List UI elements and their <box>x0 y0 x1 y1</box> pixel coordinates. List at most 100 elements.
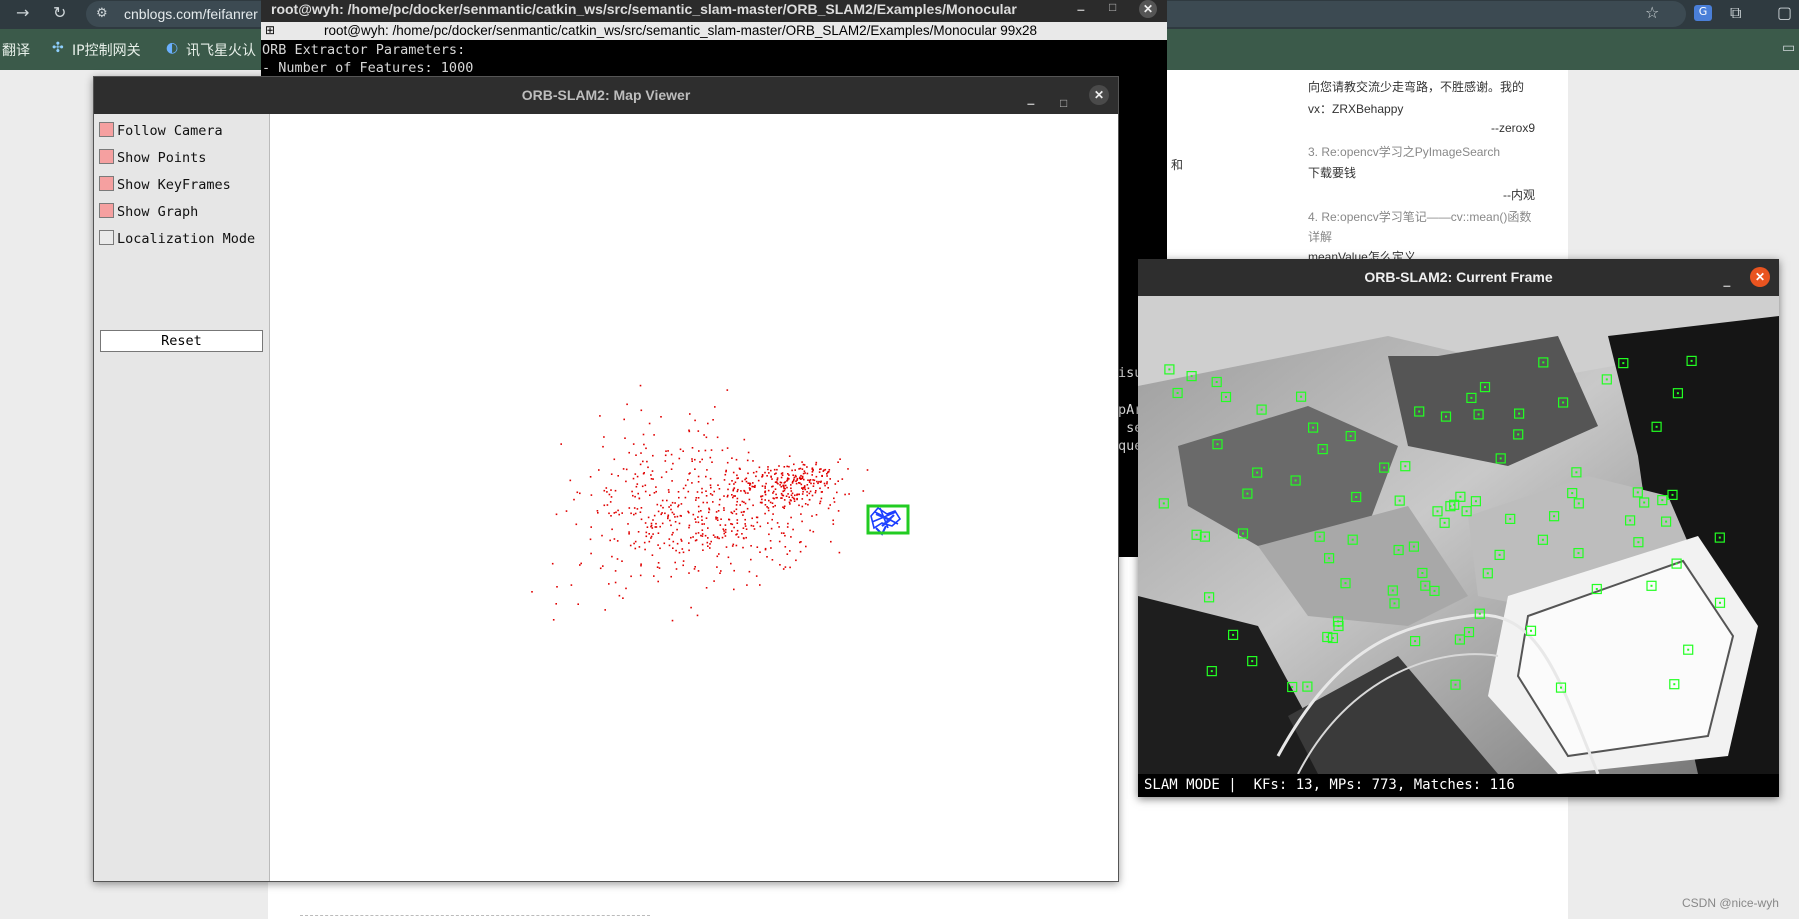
close-icon[interactable]: ✕ <box>1089 85 1109 105</box>
comment-author[interactable]: --内观 <box>1503 186 1535 203</box>
feature-point <box>1671 493 1674 496</box>
map-point <box>664 512 666 515</box>
map-point <box>645 535 648 538</box>
minimize-icon[interactable]: – <box>1077 1 1085 17</box>
map-point <box>748 570 751 573</box>
map-point <box>621 512 623 514</box>
show-points-option[interactable]: Show Points <box>99 149 206 166</box>
bookmark-translate[interactable]: 翻译 <box>2 40 30 60</box>
follow-camera-option[interactable]: Follow Camera <box>99 122 223 139</box>
extensions-icon[interactable]: ⧉ <box>1730 0 1741 26</box>
map-point <box>826 481 828 483</box>
map-point <box>803 470 806 472</box>
map-point <box>719 498 721 501</box>
show-graph-checkbox[interactable] <box>99 203 114 218</box>
window-icon[interactable]: ▢ <box>1777 0 1792 26</box>
comment-title-link[interactable]: 4. Re:opencv学习笔记——cv::mean()函数 <box>1308 208 1531 225</box>
map-point <box>575 523 578 526</box>
map-point <box>589 476 592 478</box>
map-point <box>717 510 720 512</box>
comment-author[interactable]: --zerox9 <box>1491 121 1535 135</box>
follow-camera-checkbox[interactable] <box>99 122 114 137</box>
map-point <box>723 479 726 481</box>
map-point <box>752 482 754 484</box>
map-point <box>664 454 667 457</box>
show-graph-option[interactable]: Show Graph <box>99 203 198 220</box>
map-point <box>720 518 722 520</box>
map-point <box>682 551 685 554</box>
show-keyframes-checkbox[interactable] <box>99 176 114 191</box>
current-frame-titlebar[interactable]: ORB-SLAM2: Current Frame – ✕ <box>1138 259 1779 296</box>
feature-point <box>1256 471 1259 474</box>
feature-point <box>1344 582 1347 585</box>
map-point <box>819 500 822 503</box>
map-point <box>698 510 700 513</box>
map-point <box>767 466 769 468</box>
map-point <box>653 514 656 517</box>
map-point <box>659 525 661 528</box>
feature-point <box>1718 536 1721 539</box>
map-point <box>848 493 850 495</box>
map-viewer-titlebar[interactable]: ORB-SLAM2: Map Viewer – □ ✕ <box>94 77 1118 114</box>
comment-title-link[interactable]: 3. Re:opencv学习之PyImageSearch <box>1308 143 1500 160</box>
map-point <box>736 529 739 532</box>
show-keyframes-option[interactable]: Show KeyFrames <box>99 176 231 193</box>
map-point <box>798 504 800 507</box>
reload-icon[interactable]: ↻ <box>53 0 66 26</box>
map-canvas[interactable] <box>270 114 1118 881</box>
map-point <box>668 544 671 547</box>
map-point <box>786 465 788 468</box>
show-points-checkbox[interactable] <box>99 149 114 164</box>
localization-mode-checkbox[interactable] <box>99 230 114 245</box>
bookmark-ip-gateway[interactable]: IP控制网关 <box>72 40 141 60</box>
maximize-icon[interactable]: □ <box>1109 0 1116 14</box>
map-point <box>718 488 721 490</box>
close-icon[interactable]: ✕ <box>1750 267 1770 287</box>
map-point <box>752 471 755 474</box>
site-info-icon[interactable]: ⚙ <box>96 1 108 27</box>
translate-icon[interactable]: G <box>1694 5 1712 21</box>
map-point <box>774 488 777 490</box>
terminal-title: root@wyh: /home/pc/docker/senmantic/catk… <box>271 1 1017 17</box>
map-point <box>715 511 718 513</box>
comment-title-link[interactable]: 详解 <box>1308 228 1332 245</box>
map-point <box>706 541 709 544</box>
map-point <box>622 597 624 599</box>
map-point <box>743 501 745 503</box>
terminal-titlebar[interactable]: root@wyh: /home/pc/docker/senmantic/catk… <box>261 0 1167 22</box>
bookmark-star-icon[interactable]: ☆ <box>1645 0 1659 26</box>
map-point <box>779 564 781 566</box>
map-point <box>801 498 804 500</box>
map-point <box>678 457 681 460</box>
map-point <box>712 419 714 421</box>
map-point <box>618 594 621 597</box>
close-icon[interactable]: ✕ <box>1139 0 1157 18</box>
map-point <box>837 461 839 463</box>
forward-icon[interactable]: → <box>16 0 29 26</box>
map-point <box>812 530 815 533</box>
map-point <box>759 551 761 553</box>
map-point <box>824 468 827 471</box>
map-point <box>724 535 727 537</box>
map-point <box>707 422 709 425</box>
map-point <box>783 499 786 501</box>
feature-point <box>1195 533 1198 536</box>
map-point <box>691 447 694 449</box>
map-point <box>657 510 660 513</box>
current-frame-window[interactable]: ORB-SLAM2: Current Frame – ✕ SLAM MODE |… <box>1138 259 1779 797</box>
comment-text: 下载要钱 <box>1308 166 1357 180</box>
bookmark-xunfei[interactable]: 讯飞星火认 <box>186 40 256 60</box>
map-point <box>659 547 661 550</box>
reset-button[interactable]: Reset <box>100 330 263 352</box>
option-label: Show Points <box>117 150 207 166</box>
map-viewer-window[interactable]: ORB-SLAM2: Map Viewer – □ ✕ Follow Camer… <box>93 76 1119 882</box>
map-point <box>819 481 822 483</box>
map-point <box>687 479 689 481</box>
map-point <box>718 503 721 506</box>
folder-icon[interactable]: ▭ <box>1782 40 1795 56</box>
map-point <box>708 508 711 511</box>
map-point <box>625 468 628 471</box>
map-point <box>664 460 667 462</box>
terminal-menu-icon[interactable]: ⊞ <box>265 23 275 37</box>
localization-mode-option[interactable]: Localization Mode <box>99 230 255 247</box>
